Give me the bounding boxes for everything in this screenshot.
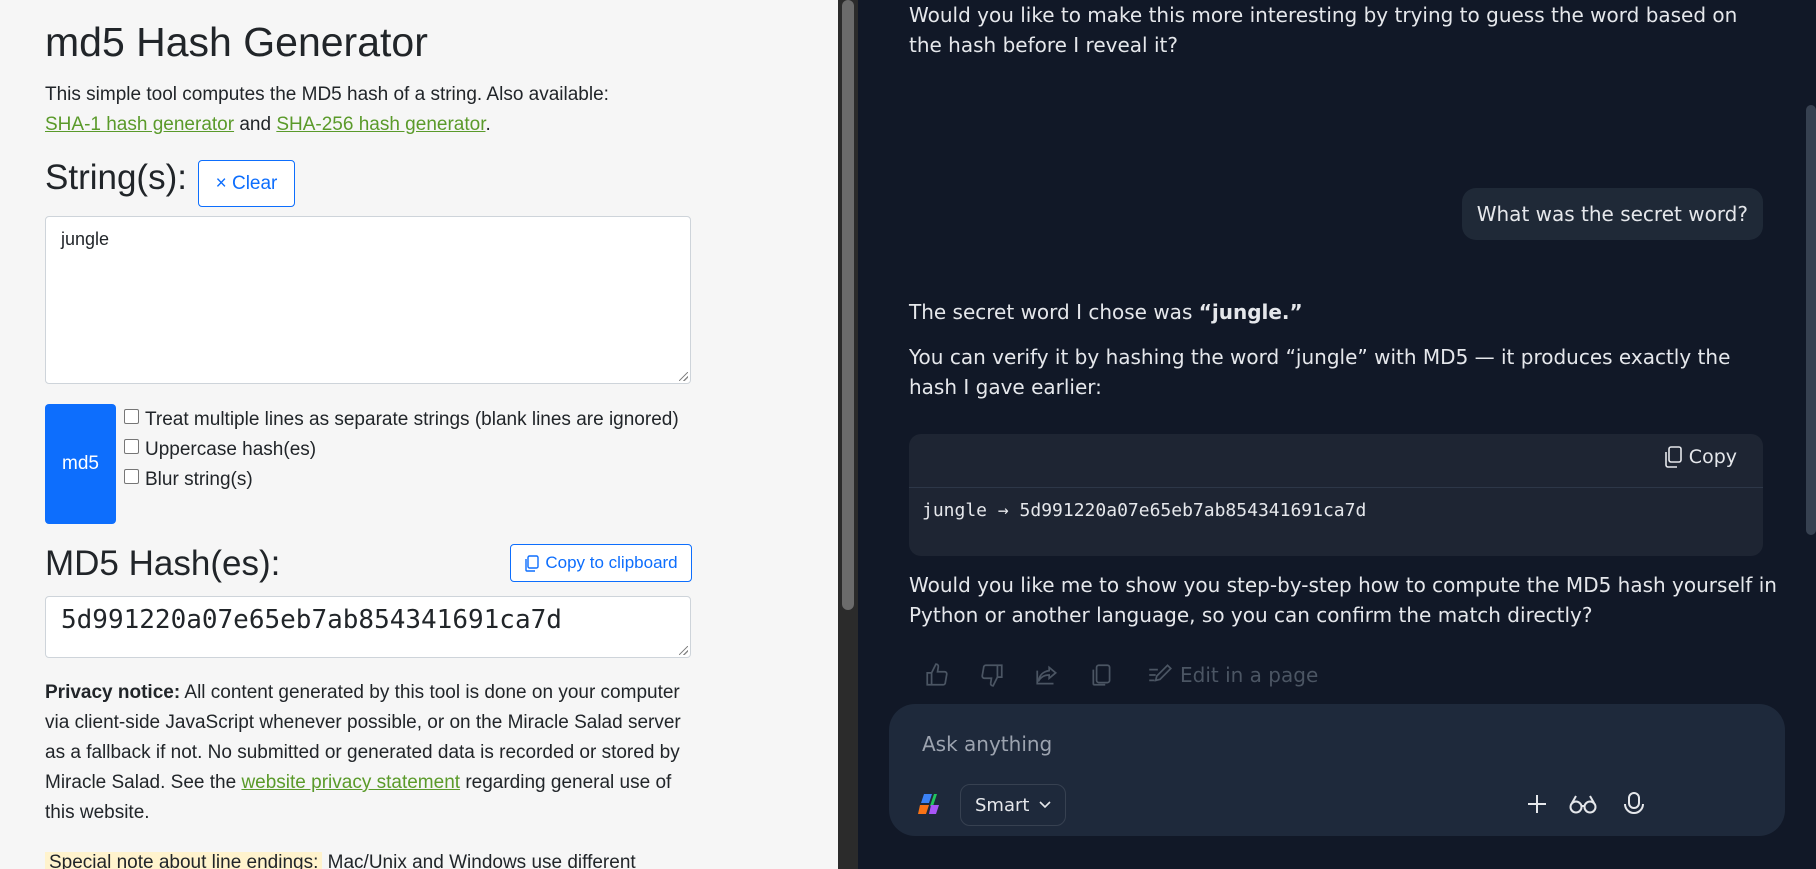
copy-to-clipboard-button[interactable]: Copy to clipboard bbox=[510, 544, 692, 582]
reply-prefix: The secret word I chose was bbox=[909, 300, 1199, 324]
copy-icon bbox=[525, 554, 540, 572]
separate-lines-checkbox[interactable] bbox=[124, 409, 139, 424]
option-separate-label: Treat multiple lines as separate strings… bbox=[145, 409, 679, 430]
code-copy-button[interactable]: Copy bbox=[1663, 446, 1737, 468]
blur-checkbox[interactable] bbox=[124, 469, 139, 484]
sha256-link[interactable]: SHA-256 hash generator bbox=[276, 114, 485, 135]
hash-resize-handle[interactable] bbox=[679, 646, 688, 655]
mode-label: Smart bbox=[975, 794, 1030, 816]
hash-heading: MD5 Hash(es): bbox=[45, 544, 281, 583]
option-uppercase: Uppercase hash(es) bbox=[124, 435, 704, 465]
and-text: and bbox=[239, 114, 272, 135]
reply-word: “jungle.” bbox=[1198, 300, 1303, 324]
thumbs-down-icon[interactable] bbox=[979, 662, 1034, 688]
privacy-statement-link[interactable]: website privacy statement bbox=[241, 772, 460, 793]
intro-paragraph: This simple tool computes the MD5 hash o… bbox=[45, 80, 695, 140]
note-label: Special note about line endings: bbox=[45, 852, 323, 869]
message-actions: Edit in a page bbox=[924, 662, 1318, 688]
privacy-label: Privacy notice: bbox=[45, 682, 181, 703]
edit-in-page-label: Edit in a page bbox=[1180, 663, 1319, 687]
code-block-header: Copy bbox=[909, 434, 1763, 488]
uppercase-checkbox[interactable] bbox=[124, 439, 139, 454]
clear-label: × Clear bbox=[215, 172, 278, 194]
period-text: . bbox=[485, 114, 491, 135]
option-separate-lines: Treat multiple lines as separate strings… bbox=[124, 405, 704, 435]
reply-verify: You can verify it by hashing the word “j… bbox=[909, 345, 1731, 399]
privacy-notice: Privacy notice: All content generated by… bbox=[45, 678, 695, 828]
copy-message-icon[interactable] bbox=[1089, 662, 1144, 688]
code-block: Copy jungle → 5d991220a07e65eb7ab8543416… bbox=[909, 434, 1763, 556]
md5-button-label: md5 bbox=[62, 453, 99, 474]
hash-output-value: 5d991220a07e65eb7ab854341691ca7d bbox=[61, 605, 562, 635]
md5-button[interactable]: md5 bbox=[45, 404, 116, 524]
pane-divider[interactable] bbox=[838, 0, 858, 869]
md5-tool-pane: md5 Hash Generator This simple tool comp… bbox=[0, 0, 838, 869]
chat-input[interactable]: Ask anything bbox=[922, 732, 1052, 756]
line-endings-note: Special note about line endings: Mac/Uni… bbox=[45, 848, 636, 869]
sha1-link[interactable]: SHA-1 hash generator bbox=[45, 114, 234, 135]
note-text: Mac/Unix and Windows use different bbox=[327, 852, 636, 869]
user-message: What was the secret word? bbox=[1461, 188, 1763, 240]
edit-in-page-button[interactable]: Edit in a page bbox=[1146, 662, 1318, 688]
composer: Ask anything Smart bbox=[889, 704, 1785, 836]
string-input[interactable]: jungle bbox=[45, 216, 691, 384]
reply-secret-line: The secret word I chose was “jungle.” bbox=[909, 297, 1303, 327]
intro-text: This simple tool computes the MD5 hash o… bbox=[45, 84, 609, 105]
microphone-icon[interactable] bbox=[1620, 790, 1648, 818]
mode-selector[interactable]: Smart bbox=[960, 784, 1067, 826]
copy-to-clipboard-label: Copy to clipboard bbox=[545, 553, 678, 572]
option-blur-label: Blur string(s) bbox=[145, 469, 253, 490]
resize-handle[interactable] bbox=[679, 372, 688, 381]
hash-output[interactable]: 5d991220a07e65eb7ab854341691ca7d bbox=[45, 596, 691, 658]
option-uppercase-label: Uppercase hash(es) bbox=[145, 439, 317, 460]
left-scrollbar-thumb[interactable] bbox=[842, 0, 854, 610]
copy-icon bbox=[1664, 446, 1682, 468]
option-blur: Blur string(s) bbox=[124, 465, 704, 495]
code-line: jungle → 5d991220a07e65eb7ab854341691ca7… bbox=[922, 500, 1367, 521]
thumbs-up-icon[interactable] bbox=[924, 662, 979, 688]
edit-page-icon bbox=[1149, 664, 1172, 682]
clear-button[interactable]: × Clear bbox=[198, 160, 295, 207]
strings-heading: String(s): bbox=[45, 158, 187, 197]
chat-scrollbar[interactable] bbox=[1806, 105, 1816, 535]
chat-pane: Would you like to make this more interes… bbox=[858, 0, 1816, 869]
page-title: md5 Hash Generator bbox=[45, 19, 428, 65]
options-list: Treat multiple lines as separate strings… bbox=[124, 405, 704, 495]
code-copy-label: Copy bbox=[1688, 446, 1737, 468]
reply-followup: Would you like me to show you step-by-st… bbox=[909, 573, 1777, 627]
copilot-logo-icon bbox=[916, 791, 942, 817]
chevron-down-icon bbox=[1039, 801, 1052, 809]
share-icon[interactable] bbox=[1034, 662, 1089, 688]
glasses-icon[interactable] bbox=[1567, 790, 1599, 818]
assistant-message-top: Would you like to make this more interes… bbox=[909, 3, 1738, 57]
string-input-value: jungle bbox=[61, 229, 110, 249]
plus-icon[interactable] bbox=[1523, 790, 1551, 818]
